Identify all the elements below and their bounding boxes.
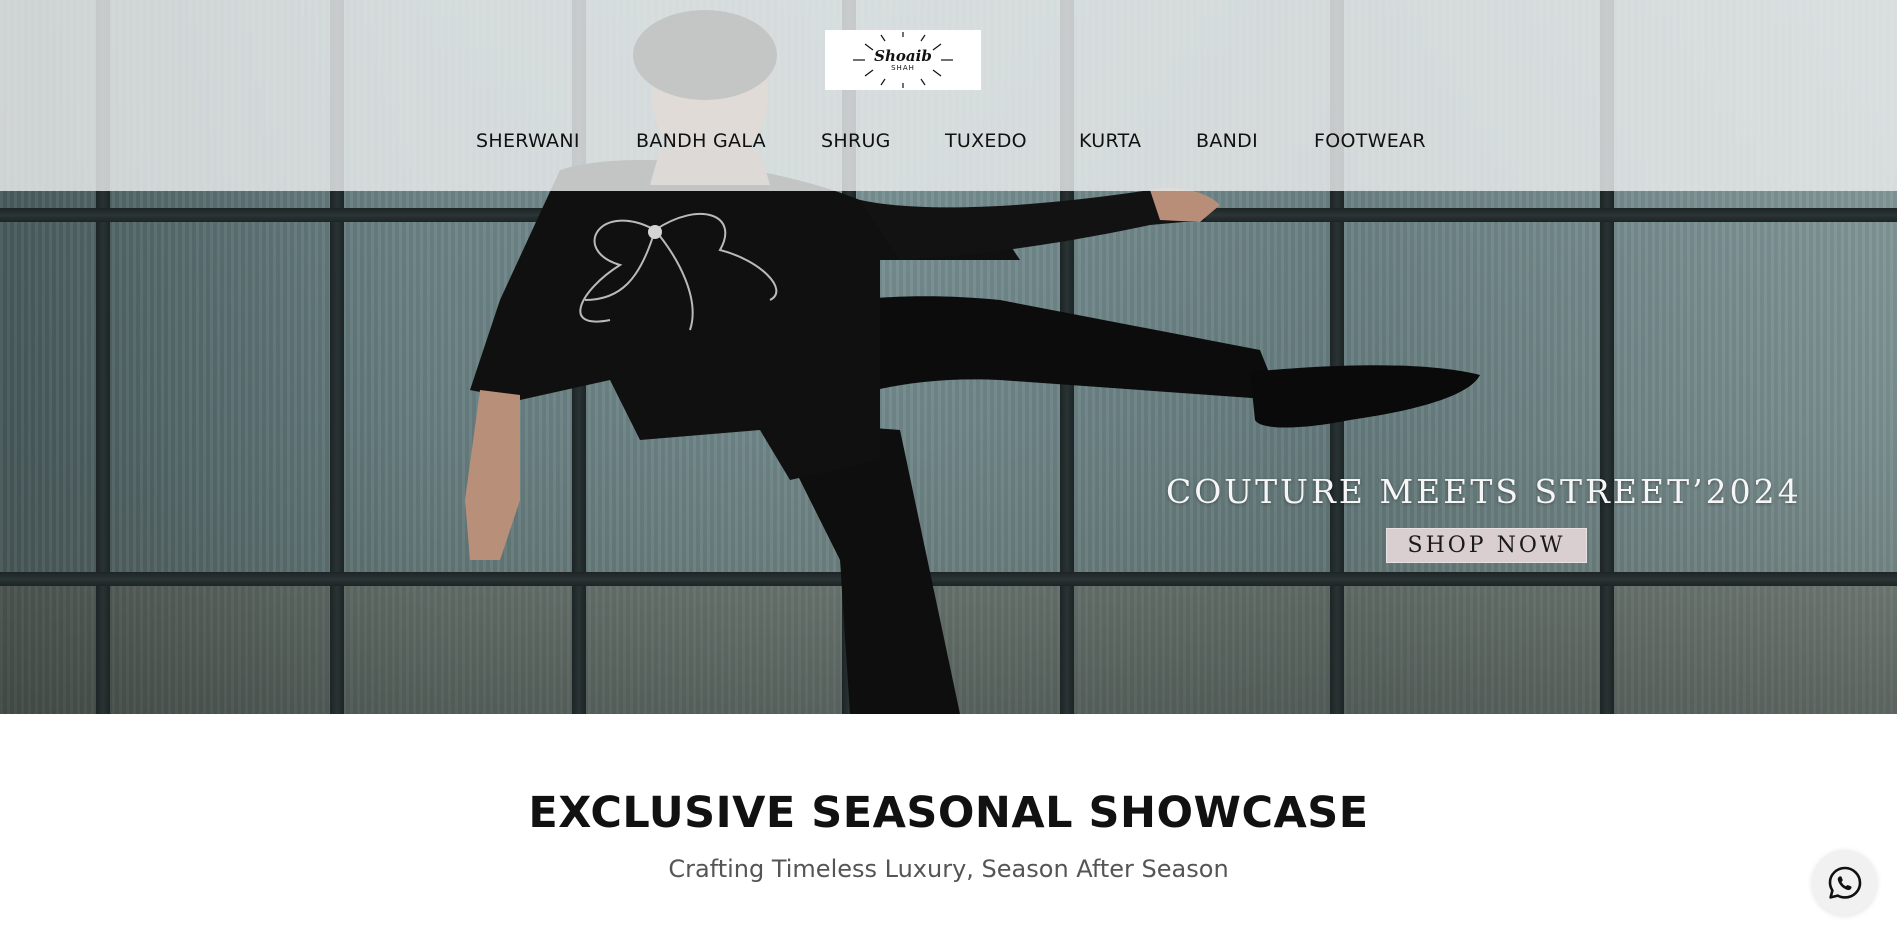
brand-logo[interactable]: Shoaib SHAH: [825, 30, 981, 90]
nav-item-bandi[interactable]: BANDI: [1196, 130, 1258, 152]
nav-item-sherwani[interactable]: SHERWANI: [476, 130, 580, 152]
nav-item-tuxedo[interactable]: TUXEDO: [945, 130, 1027, 152]
showcase-subtitle: Crafting Timeless Luxury, Season After S…: [668, 855, 1229, 883]
nav-item-shrug[interactable]: SHRUG: [821, 130, 891, 152]
nav-item-bandh-gala[interactable]: BANDH GALA: [636, 130, 766, 152]
header-overlay: [0, 0, 1897, 191]
whatsapp-chat-button[interactable]: [1812, 850, 1877, 915]
main-navigation: SHERWANI BANDH GALA SHRUG TUXEDO KURTA B…: [0, 130, 1897, 160]
nav-item-kurta[interactable]: KURTA: [1079, 130, 1141, 152]
shop-now-button[interactable]: SHOP NOW: [1386, 528, 1587, 563]
logo-name: Shoaib: [874, 47, 932, 65]
whatsapp-chat-icon: [1828, 866, 1861, 899]
nav-item-footwear[interactable]: FOOTWEAR: [1314, 130, 1426, 152]
showcase-title: EXCLUSIVE SEASONAL SHOWCASE: [528, 788, 1369, 838]
hero-headline: COUTURE MEETS STREET’2024: [1166, 472, 1802, 511]
logo-subtitle: SHAH: [891, 64, 915, 72]
